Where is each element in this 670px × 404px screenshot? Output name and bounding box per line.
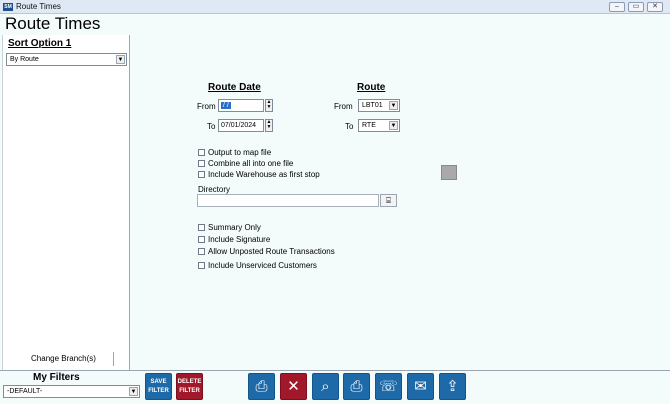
- include-unserviced-label: Include Unserviced Customers: [208, 261, 317, 270]
- allow-unposted-label: Allow Unposted Route Transactions: [208, 247, 335, 256]
- output-map-file-checkbox[interactable]: [198, 149, 205, 156]
- include-warehouse-label: Include Warehouse as first stop: [208, 170, 320, 179]
- cancel-icon[interactable]: ✕: [280, 373, 307, 400]
- dropdown-arrow-icon: ▼: [389, 121, 398, 130]
- change-branch-button[interactable]: Change Branch(s): [14, 352, 114, 366]
- search-icon[interactable]: ⌕: [312, 373, 339, 400]
- summary-only-checkbox[interactable]: [198, 224, 205, 231]
- my-filters-value: -DEFAULT-: [7, 388, 43, 395]
- route-date-to-input[interactable]: 07/01/2024: [218, 119, 264, 132]
- app-logo-icon: SM: [3, 3, 13, 11]
- route-to-select[interactable]: RTE ▼: [358, 119, 400, 132]
- sort-option-select[interactable]: By Route ▼: [6, 53, 127, 66]
- route-from-select[interactable]: LBT01 ▼: [358, 99, 400, 112]
- route-date-to-label: To: [207, 122, 216, 131]
- left-panel: [2, 35, 130, 370]
- route-date-header: Route Date: [208, 82, 261, 93]
- allow-unposted-checkbox[interactable]: [198, 248, 205, 255]
- sort-option-label: Sort Option 1: [8, 38, 72, 49]
- route-date-from-spinner[interactable]: ▲ ▼: [265, 99, 273, 112]
- combine-one-file-label: Combine all into one file: [208, 159, 294, 168]
- print-preview-icon[interactable]: ⎙: [343, 373, 370, 400]
- dropdown-arrow-icon: ▼: [116, 55, 125, 64]
- output-map-file-label: Output to map file: [208, 148, 272, 157]
- save-filter-button[interactable]: SAVE FILTER: [145, 373, 172, 400]
- route-from-value: LBT01: [362, 102, 383, 109]
- window-title: Route Times: [16, 2, 61, 11]
- export-icon[interactable]: ⇪: [439, 373, 466, 400]
- color-swatch-button[interactable]: [441, 165, 457, 180]
- sort-option-value: By Route: [10, 56, 39, 63]
- route-date-from-input[interactable]: / /: [218, 99, 264, 112]
- fax-icon[interactable]: ☏: [375, 373, 402, 400]
- email-icon[interactable]: ✉: [407, 373, 434, 400]
- delete-filter-button[interactable]: DELETE FILTER: [176, 373, 203, 400]
- print-icon[interactable]: ⎙: [248, 373, 275, 400]
- route-to-label: To: [345, 122, 354, 131]
- restore-button[interactable]: ▭: [628, 2, 644, 12]
- folder-browse-icon[interactable]: ⌸: [380, 194, 397, 207]
- minimize-button[interactable]: –: [609, 2, 625, 12]
- summary-only-label: Summary Only: [208, 223, 261, 232]
- close-button[interactable]: ✕: [647, 2, 663, 12]
- route-header: Route: [357, 82, 386, 93]
- window-titlebar: [0, 0, 670, 14]
- route-date-to-spinner[interactable]: ▲ ▼: [265, 119, 273, 132]
- page-title: Route Times: [5, 14, 101, 33]
- directory-input[interactable]: [197, 194, 379, 207]
- dropdown-arrow-icon: ▼: [129, 387, 138, 396]
- directory-label: Directory: [198, 185, 231, 194]
- combine-one-file-checkbox[interactable]: [198, 160, 205, 167]
- my-filters-label: My Filters: [33, 372, 80, 383]
- include-signature-checkbox[interactable]: [198, 236, 205, 243]
- my-filters-select[interactable]: -DEFAULT- ▼: [3, 385, 140, 398]
- route-to-value: RTE: [362, 122, 376, 129]
- dropdown-arrow-icon: ▼: [389, 101, 398, 110]
- include-signature-label: Include Signature: [208, 235, 271, 244]
- include-unserviced-checkbox[interactable]: [198, 262, 205, 269]
- route-date-from-label: From: [197, 102, 216, 111]
- include-warehouse-checkbox[interactable]: [198, 171, 205, 178]
- route-from-label: From: [334, 102, 353, 111]
